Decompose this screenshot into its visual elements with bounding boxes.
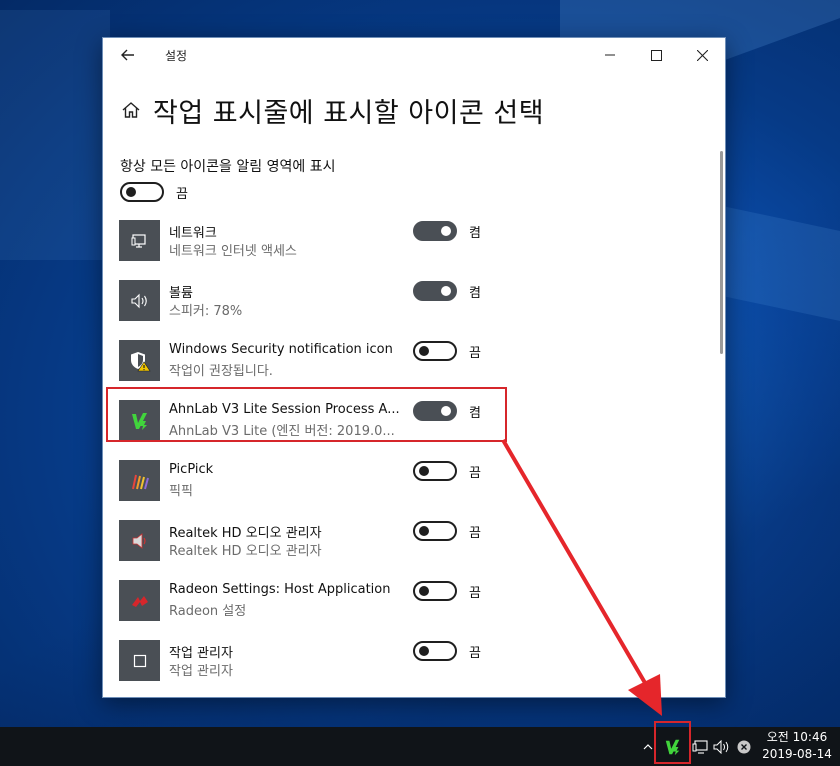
- windows-security-toggle[interactable]: [413, 341, 457, 361]
- maximize-button[interactable]: [633, 38, 679, 72]
- network-tray-icon: [692, 739, 708, 754]
- tray-network[interactable]: [690, 727, 710, 766]
- wallpaper-light-ray: [0, 10, 110, 260]
- clock-date: 2019-08-14: [762, 747, 832, 761]
- close-icon: [696, 49, 708, 61]
- toggle-knob: [419, 346, 429, 356]
- toggle-state: 켬: [469, 225, 481, 241]
- back-button[interactable]: [115, 44, 141, 66]
- item-description: Radeon 설정: [169, 604, 247, 619]
- item-description: 네트워크 인터넷 액세스: [169, 244, 297, 259]
- volume-icon: [119, 280, 160, 321]
- title-bar[interactable]: 설정: [103, 38, 725, 72]
- item-name: Radeon Settings: Host Application: [169, 582, 391, 597]
- chevron-up-icon: [643, 744, 653, 750]
- tray-highlight-box: [654, 721, 691, 764]
- list-item-network: 네트워크 네트워크 인터넷 액세스 켬: [119, 220, 519, 264]
- network-toggle[interactable]: [413, 221, 457, 241]
- window-title: 설정: [165, 49, 188, 63]
- scrollbar[interactable]: [720, 151, 723, 354]
- close-circle-icon: [737, 740, 751, 753]
- task-manager-icon: [119, 640, 160, 681]
- page-header: 작업 표시줄에 표시할 아이콘 선택: [121, 90, 544, 130]
- item-switch: 끔: [413, 461, 481, 481]
- item-switch: 끔: [413, 581, 481, 601]
- item-switch: 켬: [413, 401, 481, 421]
- toggle-state: 끔: [469, 585, 481, 601]
- item-name: PicPick: [169, 462, 214, 477]
- minimize-icon: [605, 54, 615, 56]
- realtek-hd-audio-toggle[interactable]: [413, 521, 457, 541]
- page-title: 작업 표시줄에 표시할 아이콘 선택: [153, 97, 545, 129]
- clock-time: 오전 10:46: [766, 730, 828, 744]
- toggle-state: 끔: [469, 525, 481, 541]
- item-switch: 켬: [413, 221, 481, 241]
- volume-tray-icon: [713, 739, 729, 754]
- item-name: AhnLab V3 Lite Session Process A...: [169, 402, 399, 417]
- taskbar: 오전 10:46 2019-08-14: [0, 727, 840, 766]
- picpick-toggle[interactable]: [413, 461, 457, 481]
- taskbar-clock[interactable]: 오전 10:46 2019-08-14: [757, 729, 837, 763]
- list-item-realtek-hd-audio: Realtek HD 오디오 관리자 Realtek HD 오디오 관리자 끔: [119, 520, 519, 564]
- icon-list: 네트워크 네트워크 인터넷 액세스 켬 볼륨 스피커: 78% 켬 Window…: [103, 214, 725, 698]
- item-switch: 끔: [413, 521, 481, 541]
- item-description: 작업 관리자: [169, 664, 233, 679]
- toggle-knob: [441, 406, 451, 416]
- item-description: Realtek HD 오디오 관리자: [169, 544, 322, 559]
- volume-toggle[interactable]: [413, 281, 457, 301]
- always-show-all-icons-setting: 끔: [120, 182, 188, 202]
- toggle-knob: [419, 526, 429, 536]
- list-item-task-manager: 작업 관리자 작업 관리자 끔: [119, 640, 519, 684]
- shield-warning-icon: [119, 340, 160, 381]
- tray-volume[interactable]: [711, 727, 733, 766]
- always-show-all-icons-toggle[interactable]: [120, 182, 164, 202]
- realtek-speaker-icon: [119, 520, 160, 561]
- tray-status[interactable]: [734, 727, 754, 766]
- toggle-state: 끔: [469, 645, 481, 661]
- item-name: Windows Security notification icon: [169, 342, 393, 357]
- always-show-all-icons-state: 끔: [176, 186, 188, 202]
- toggle-knob: [419, 466, 429, 476]
- network-icon: [119, 220, 160, 261]
- item-switch: 끔: [413, 641, 481, 661]
- ahnlab-v3-toggle[interactable]: [413, 401, 457, 421]
- item-name: 네트워크: [169, 226, 217, 241]
- picpick-icon: [119, 460, 160, 501]
- list-item-volume: 볼륨 스피커: 78% 켬: [119, 280, 519, 324]
- toggle-knob: [419, 586, 429, 596]
- list-item-radeon-settings: Radeon Settings: Host Application Radeon…: [119, 580, 519, 624]
- list-item-windows-security: Windows Security notification icon 작업이 권…: [119, 340, 519, 384]
- item-description: 작업이 권장됩니다.: [169, 364, 273, 379]
- ahnlab-v3-icon: [119, 400, 160, 441]
- item-switch: 끔: [413, 341, 481, 361]
- list-item-ahnlab-v3: AhnLab V3 Lite Session Process A... AhnL…: [119, 400, 519, 444]
- toggle-state: 켬: [469, 405, 481, 421]
- toggle-knob: [441, 286, 451, 296]
- toggle-knob: [441, 226, 451, 236]
- toggle-knob: [419, 646, 429, 656]
- item-name: 볼륨: [169, 286, 193, 301]
- always-show-all-icons-label: 항상 모든 아이콘을 알림 영역에 표시: [120, 159, 336, 175]
- toggle-knob: [126, 187, 136, 197]
- radeon-icon: [119, 580, 160, 621]
- back-arrow-icon: [121, 49, 134, 61]
- radeon-settings-toggle[interactable]: [413, 581, 457, 601]
- close-button[interactable]: [679, 38, 725, 72]
- item-description: 스피커: 78%: [169, 304, 243, 319]
- item-name: Realtek HD 오디오 관리자: [169, 526, 322, 541]
- item-description: AhnLab V3 Lite (엔진 버전: 2019.0...: [169, 424, 395, 439]
- item-switch: 켬: [413, 281, 481, 301]
- settings-window: 설정 작업 표시줄에 표시할 아이콘 선택 항상 모든 아이콘을 알림 영역에 …: [102, 37, 726, 698]
- item-description: 픽픽: [169, 484, 193, 499]
- toggle-state: 켬: [469, 285, 481, 301]
- toggle-state: 끔: [469, 465, 481, 481]
- list-item-picpick: PicPick 픽픽 끔: [119, 460, 519, 504]
- minimize-button[interactable]: [587, 38, 633, 72]
- home-icon: [122, 102, 140, 118]
- maximize-icon: [650, 49, 662, 61]
- item-name: 작업 관리자: [169, 646, 233, 661]
- toggle-state: 끔: [469, 345, 481, 361]
- task-manager-toggle[interactable]: [413, 641, 457, 661]
